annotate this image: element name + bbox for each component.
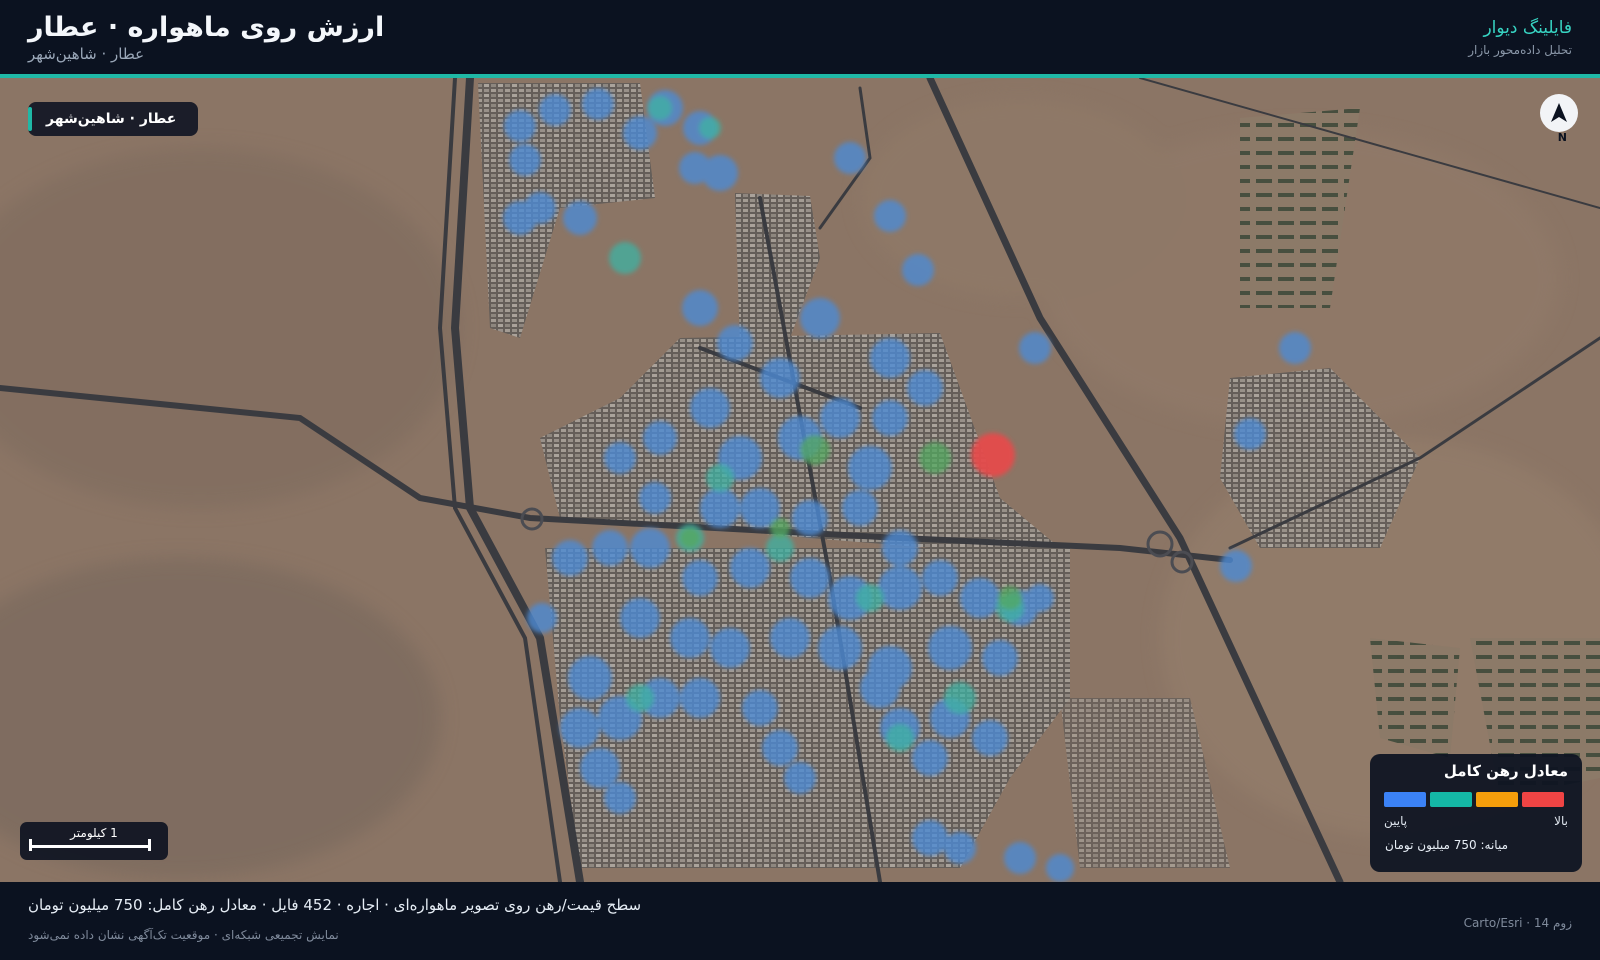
legend-swatch-mid-high (1476, 792, 1518, 807)
legend-median: میانه: 750 میلیون تومان (1385, 838, 1508, 852)
location-chip-label: عطار · شاهین‌شهر (46, 111, 177, 127)
scale-tick-left (29, 839, 32, 851)
legend-title: معادل رهن کامل (1443, 762, 1568, 780)
map-attribution: Carto/Esri · زوم 14 (1463, 916, 1572, 930)
legend-swatch-low (1384, 792, 1426, 807)
north-arrow-icon (1540, 94, 1578, 132)
page-title: ارزش روی ماهواره · عطار (28, 12, 385, 43)
scale-line (29, 845, 151, 848)
legend-high-label: بالا (1554, 814, 1568, 828)
brand-name: فایلینگ دیوار (1483, 18, 1572, 38)
scale-tick-right (148, 839, 151, 851)
map-canvas[interactable] (0, 78, 1600, 882)
legend-panel: معادل رهن کامل بالا پایین میانه: 750 میل… (1370, 754, 1582, 872)
satellite-map[interactable]: عطار · شاهین‌شهر N 1 کیلومتر معادل رهن ک… (0, 78, 1600, 882)
scale-label: 1 کیلومتر (70, 826, 118, 840)
footer-bar: سطح قیمت/رهن روی تصویر ماهواره‌ای · اجار… (0, 882, 1600, 960)
legend-swatch-high (1522, 792, 1564, 807)
header-bar: ارزش روی ماهواره · عطار عطار · شاهین‌شهر… (0, 0, 1600, 76)
brand-tagline: تحلیل داده‌محور بازار (1468, 43, 1572, 57)
north-label: N (1557, 131, 1567, 144)
page-subtitle: عطار · شاهین‌شهر (28, 45, 145, 63)
footer-note: نمایش تجمیعی شبکه‌ای · موقعیت تک‌آگهی نش… (28, 928, 339, 942)
footer-summary: سطح قیمت/رهن روی تصویر ماهواره‌ای · اجار… (28, 896, 642, 914)
location-chip-accent (28, 107, 32, 131)
legend-swatch-mid-low (1430, 792, 1472, 807)
scale-bar: 1 کیلومتر (20, 822, 168, 860)
legend-low-label: پایین (1384, 814, 1408, 828)
location-chip: عطار · شاهین‌شهر (28, 102, 199, 136)
